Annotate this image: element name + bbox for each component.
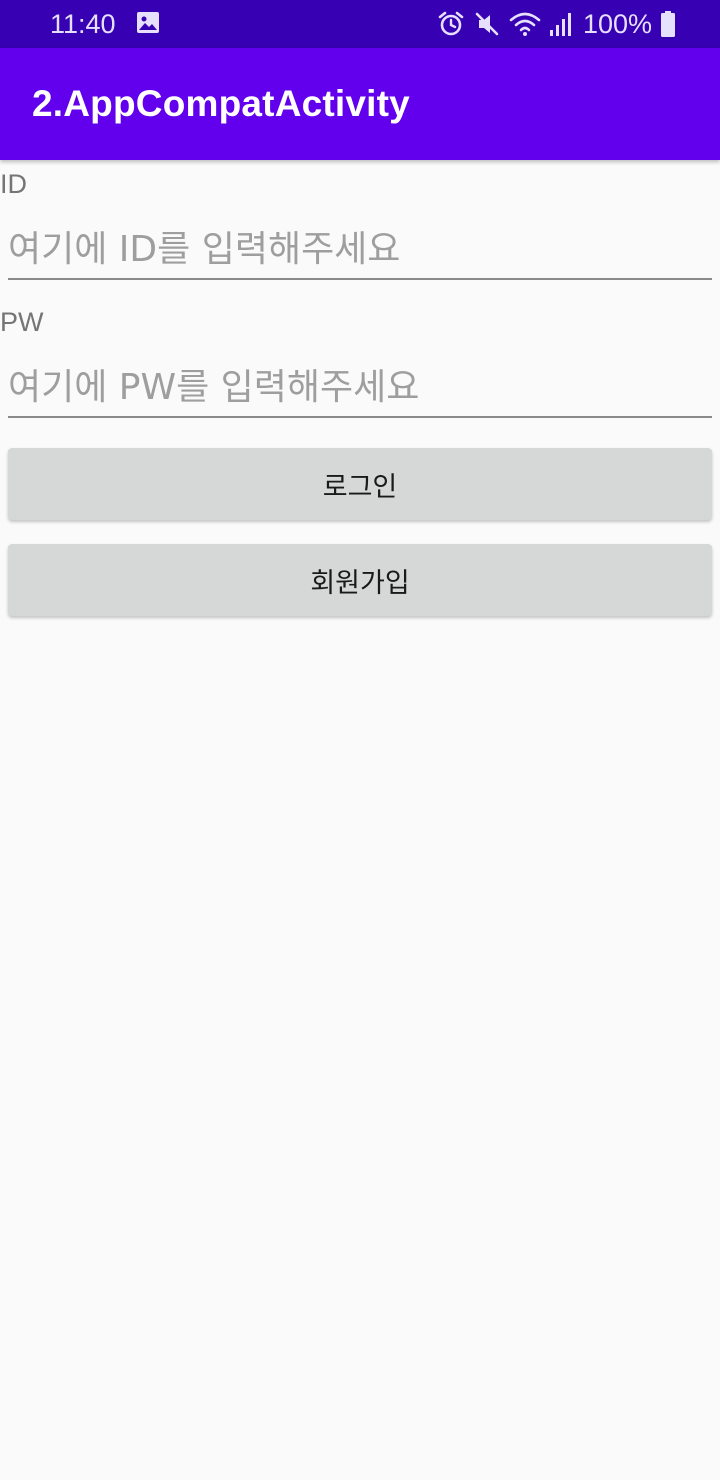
app-bar: 2.AppCompatActivity bbox=[0, 48, 720, 160]
status-time: 11:40 bbox=[50, 9, 116, 39]
pw-label: PW bbox=[0, 307, 44, 337]
app-title: 2.AppCompatActivity bbox=[32, 83, 410, 124]
signal-icon bbox=[549, 10, 575, 38]
status-icons: 100% bbox=[437, 6, 676, 42]
alarm-icon bbox=[437, 10, 465, 38]
id-input[interactable] bbox=[8, 220, 712, 280]
signup-button[interactable]: 회원가입 bbox=[8, 544, 712, 616]
battery-icon bbox=[660, 10, 676, 38]
status-bar: 11:40 100% bbox=[0, 0, 720, 48]
mute-icon bbox=[473, 10, 501, 38]
pw-input[interactable] bbox=[8, 358, 712, 418]
login-button[interactable]: 로그인 bbox=[8, 448, 712, 520]
id-label: ID bbox=[0, 169, 27, 199]
battery-percent: 100% bbox=[582, 9, 652, 39]
wifi-icon bbox=[509, 10, 541, 38]
image-icon bbox=[136, 10, 160, 36]
